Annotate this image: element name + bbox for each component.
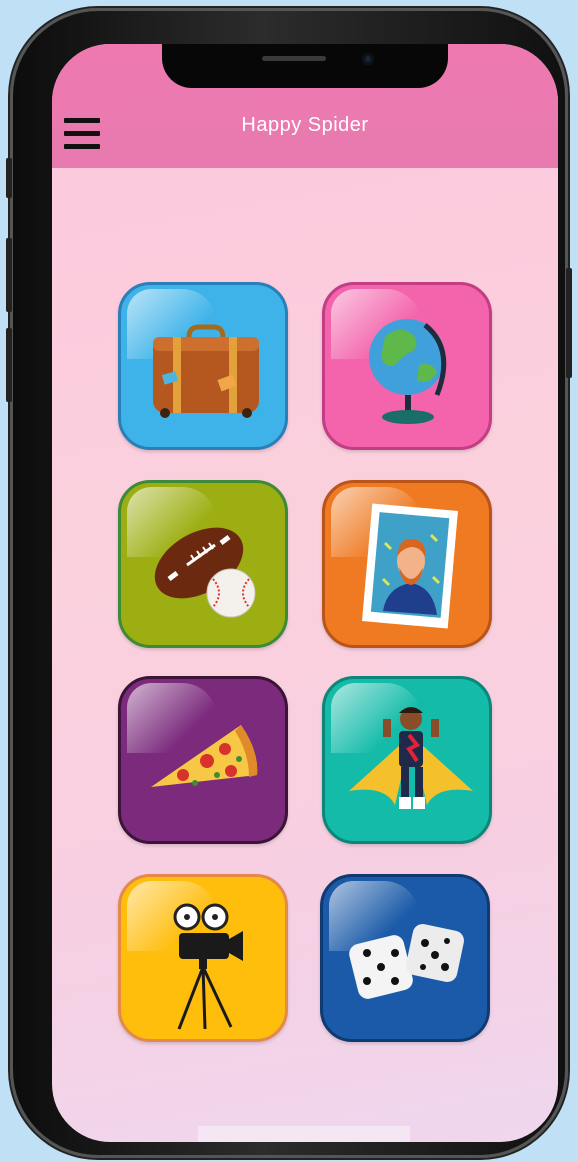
volume-up-button [6,238,12,312]
power-button [566,268,572,378]
category-tile-heroes[interactable] [322,676,492,844]
app-screen: Happy Spider [52,44,558,1142]
mute-switch [6,158,12,198]
speaker-grille [262,56,326,61]
category-tile-sports[interactable] [118,480,288,648]
front-camera [362,53,374,65]
home-indicator [198,1126,410,1142]
app-title: Happy Spider [241,114,369,136]
football-baseball-icon [154,527,256,618]
superhero-icon [349,707,473,809]
category-tile-food[interactable] [118,676,288,844]
category-tile-travel[interactable] [118,282,288,450]
category-tile-movies[interactable] [118,874,288,1042]
phone-frame: Happy Spider [6,8,572,1158]
suitcase-icon [153,324,259,418]
volume-down-button [6,328,12,402]
category-tile-geography[interactable] [322,282,492,450]
globe-icon [369,319,447,424]
category-tile-art[interactable] [322,480,492,648]
category-tile-games[interactable] [320,874,490,1042]
portrait-painting-icon [362,503,458,629]
pizza-slice-icon [151,725,258,787]
movie-camera-icon [173,903,243,1030]
dice-icon [349,924,464,999]
notch [162,44,448,88]
